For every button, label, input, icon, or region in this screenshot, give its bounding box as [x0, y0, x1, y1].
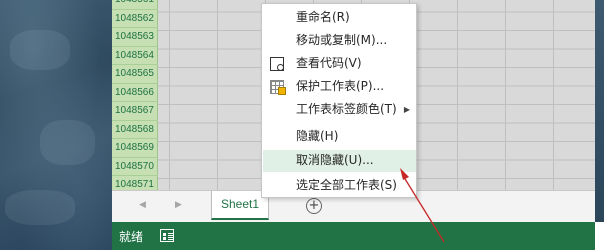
scroll-left-icon[interactable]: ◀ — [139, 200, 146, 210]
row-headers: 1048561 1048562 1048563 1048564 1048565 … — [112, 0, 158, 190]
menu-item-rename[interactable]: 重命名(R) — [263, 7, 416, 29]
desktop-wallpaper — [0, 0, 112, 250]
menu-item-hide[interactable]: 隐藏(H) — [263, 126, 416, 148]
row-header[interactable]: 1048561 — [112, 0, 158, 10]
menu-item-label: 隐藏(H) — [296, 129, 339, 143]
menu-item-label: 选定全部工作表(S) — [296, 178, 397, 192]
macro-record-icon[interactable] — [160, 229, 174, 242]
row-header[interactable]: 1048564 — [112, 47, 158, 65]
menu-item-label: 查看代码(V) — [296, 56, 362, 70]
menu-item-tab-color[interactable]: 工作表标签颜色(T) ▶ — [263, 99, 416, 121]
row-header[interactable]: 1048562 — [112, 10, 158, 28]
menu-item-label: 保护工作表(P)... — [296, 79, 385, 93]
sheet-context-menu: 重命名(R) 移动或复制(M)... 查看代码(V) 保护工作表(P)... 工… — [261, 3, 417, 198]
menu-item-label: 移动或复制(M)... — [296, 33, 388, 47]
plus-circle-icon[interactable]: + — [306, 198, 322, 214]
row-header[interactable]: 1048567 — [112, 102, 158, 121]
view-code-icon — [270, 57, 284, 71]
status-ready-text: 就绪 — [119, 230, 144, 244]
desktop-wallpaper-edge — [595, 0, 604, 222]
row-header[interactable]: 1048571 — [112, 176, 158, 190]
menu-item-label: 工作表标签颜色(T) — [296, 102, 397, 116]
menu-item-label: 重命名(R) — [296, 10, 350, 24]
row-header[interactable]: 1048570 — [112, 158, 158, 176]
row-header[interactable]: 1048563 — [112, 28, 158, 47]
menu-item-select-all-sheets[interactable]: 选定全部工作表(S) — [263, 175, 416, 197]
submenu-arrow-icon: ▶ — [403, 105, 410, 114]
menu-item-label: 取消隐藏(U)... — [296, 153, 374, 167]
row-header[interactable]: 1048566 — [112, 84, 158, 102]
menu-item-protect-sheet[interactable]: 保护工作表(P)... — [263, 76, 416, 98]
status-bar: 就绪 — [112, 222, 595, 250]
menu-item-unhide[interactable]: 取消隐藏(U)... — [263, 150, 416, 172]
row-header[interactable]: 1048565 — [112, 65, 158, 84]
menu-item-move-copy[interactable]: 移动或复制(M)... — [263, 30, 416, 52]
row-header[interactable]: 1048569 — [112, 139, 158, 158]
scroll-right-icon[interactable]: ▶ — [175, 200, 182, 210]
menu-item-view-code[interactable]: 查看代码(V) — [263, 53, 416, 75]
protect-sheet-icon — [270, 80, 286, 95]
row-header[interactable]: 1048568 — [112, 121, 158, 139]
